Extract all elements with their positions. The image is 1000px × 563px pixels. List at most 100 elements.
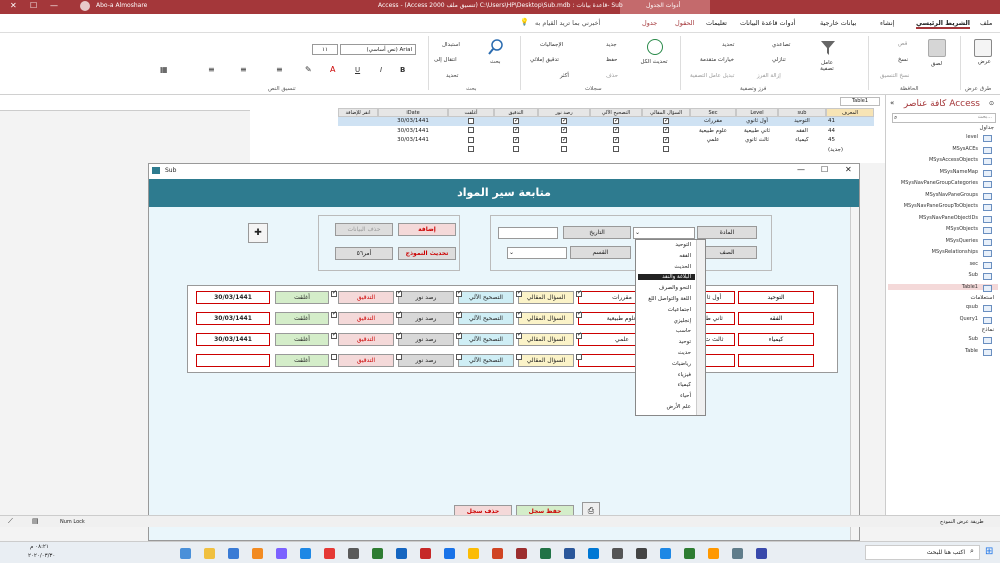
table1-tab[interactable]: Table1 [840,97,880,106]
start-icon[interactable]: ⊞ [985,546,993,557]
checkbox-icon[interactable] [613,146,619,152]
checkbox-icon[interactable] [613,117,619,125]
nav-section-header[interactable]: جداول [980,125,994,131]
checkbox-icon[interactable] [516,354,522,360]
layout-view-icon[interactable]: ▤ [32,517,39,525]
form-vertical-scrollbar[interactable] [850,207,859,540]
form-field-auto[interactable]: التصحيح الآلي [458,354,514,367]
checkbox-icon[interactable] [468,117,474,124]
form-maximize-icon[interactable]: ☐ [821,165,828,174]
font-name-select[interactable]: (نص أساسي) Arial [340,44,416,55]
date-label-button[interactable]: التاريخ [563,226,631,239]
checkbox-icon[interactable] [331,331,337,339]
form-minimize-icon[interactable]: — [797,165,805,174]
form-field-audit[interactable]: التدقيق [338,354,394,367]
tab-home[interactable]: الشريط الرئيسي [916,19,970,29]
form-field-date[interactable]: 30/03/1441 [196,291,270,304]
form-field-sub[interactable] [738,354,814,367]
font-color-icon[interactable]: A [330,65,335,74]
underline-icon[interactable]: U [355,66,360,74]
selection-filter-button[interactable]: تحديد [722,42,734,48]
column-header[interactable]: sub [778,108,826,117]
bold-icon[interactable]: B [400,66,405,74]
refresh-icon[interactable] [647,39,663,55]
form-field-closed[interactable]: أغلقت [275,333,329,346]
dropdown-option[interactable]: إنجليزي [674,318,691,324]
form-field-essay[interactable]: السؤال المقالي [518,291,574,304]
checkbox-icon[interactable] [576,310,582,318]
maximize-window-icon[interactable]: ☐ [30,1,37,10]
nav-item[interactable]: Sub [968,272,978,278]
delete-record-button[interactable]: حذف [606,73,618,79]
form-field-closed[interactable]: أغلقت [275,291,329,304]
checkbox-icon[interactable] [468,136,474,143]
dropdown-option[interactable]: النحو والصرف [659,285,691,291]
dropdown-option[interactable]: اللغة والتواصل اللغ [648,296,691,302]
align-left-icon[interactable]: ≡ [276,65,283,74]
nav-item[interactable]: MSysNavPaneObjectIDs [919,215,978,221]
subject-combo[interactable]: ⌄ [633,227,695,239]
form-field-audit[interactable]: التدقيق [338,312,394,325]
checkbox-icon[interactable] [456,354,462,360]
nav-section-header[interactable]: نماذج [982,327,994,333]
refresh-all-button[interactable]: تحديث الكل [640,59,668,65]
new-record-button[interactable]: جديد [606,42,617,48]
select-button[interactable]: تحديد [446,73,458,79]
close-window-icon[interactable]: ✕ [10,1,17,10]
taskbar-app-icon[interactable] [444,548,455,559]
checkbox-icon[interactable] [663,117,669,125]
nav-item[interactable]: level [966,134,978,140]
checkbox-icon[interactable] [576,289,582,297]
taskbar-app-icon[interactable] [564,548,575,559]
form-field-sub[interactable]: التوحيد [738,291,814,304]
taskbar-app-icon[interactable] [636,548,647,559]
tab-file[interactable]: ملف [980,19,992,27]
taskbar-app-icon[interactable] [492,548,503,559]
goto-button[interactable]: انتقال إلى [434,57,457,63]
filter-icon[interactable] [820,39,836,57]
taskbar-app-icon[interactable] [660,548,671,559]
taskbar-app-icon[interactable] [252,548,263,559]
form-field-noor[interactable]: رصد نور [398,333,454,346]
nav-pane-title[interactable]: كافة عناصر Access [904,99,980,109]
align-right-icon[interactable]: ≡ [208,65,215,74]
nav-item[interactable]: sec [970,261,978,267]
nav-item[interactable]: MSysRelationships [932,249,978,255]
taskbar-app-icon[interactable] [612,548,623,559]
nav-section-header[interactable]: استعلامات [970,295,994,301]
column-header[interactable]: رصد نور [538,108,590,117]
form-field-sub[interactable]: كيمياء [738,333,814,346]
checkbox-icon[interactable] [663,146,669,152]
spelling-button[interactable]: تدقيق إملائي [530,57,559,63]
taskbar-app-icon[interactable] [684,548,695,559]
format-painter-button[interactable]: نسخ التنسيق [880,73,909,79]
checkbox-icon[interactable] [331,289,337,297]
dropdown-option[interactable]: التوحيد [675,242,691,248]
tab-fields[interactable]: الحقول [675,19,694,27]
column-header[interactable]: التدقيق [494,108,538,117]
font-size-select[interactable]: ١١ [312,44,338,55]
sort-descending-button[interactable]: تنازلي [772,57,786,63]
column-header[interactable]: أغلقت [448,108,494,117]
taskbar-app-icon[interactable] [540,548,551,559]
checkbox-icon[interactable] [456,310,462,318]
filter-button[interactable]: عامل تصفية [814,60,840,72]
form-field-audit[interactable]: التدقيق [338,333,394,346]
checkbox-icon[interactable] [613,136,619,144]
command56-button[interactable]: أمر٥٦ [335,247,393,260]
taskbar-app-icon[interactable] [228,548,239,559]
tab-create[interactable]: إنشاء [880,19,894,27]
dropdown-option[interactable]: الفقه [679,253,691,259]
form-field-audit[interactable]: التدقيق [338,291,394,304]
cut-button[interactable]: قص [898,41,907,47]
form-field-date[interactable] [196,354,270,367]
form-field-essay[interactable]: السؤال المقالي [518,333,574,346]
checkbox-icon[interactable] [561,136,567,144]
form-field-sub[interactable]: الفقه [738,312,814,325]
nav-item[interactable]: MSysQueries [946,238,978,244]
sort-ascending-button[interactable]: تصاعدي [772,42,790,48]
checkbox-icon[interactable] [576,331,582,339]
taskbar-app-icon[interactable] [324,548,335,559]
form-field-auto[interactable]: التصحيح الآلي [458,333,514,346]
form-field-closed[interactable]: أغلقت [275,312,329,325]
